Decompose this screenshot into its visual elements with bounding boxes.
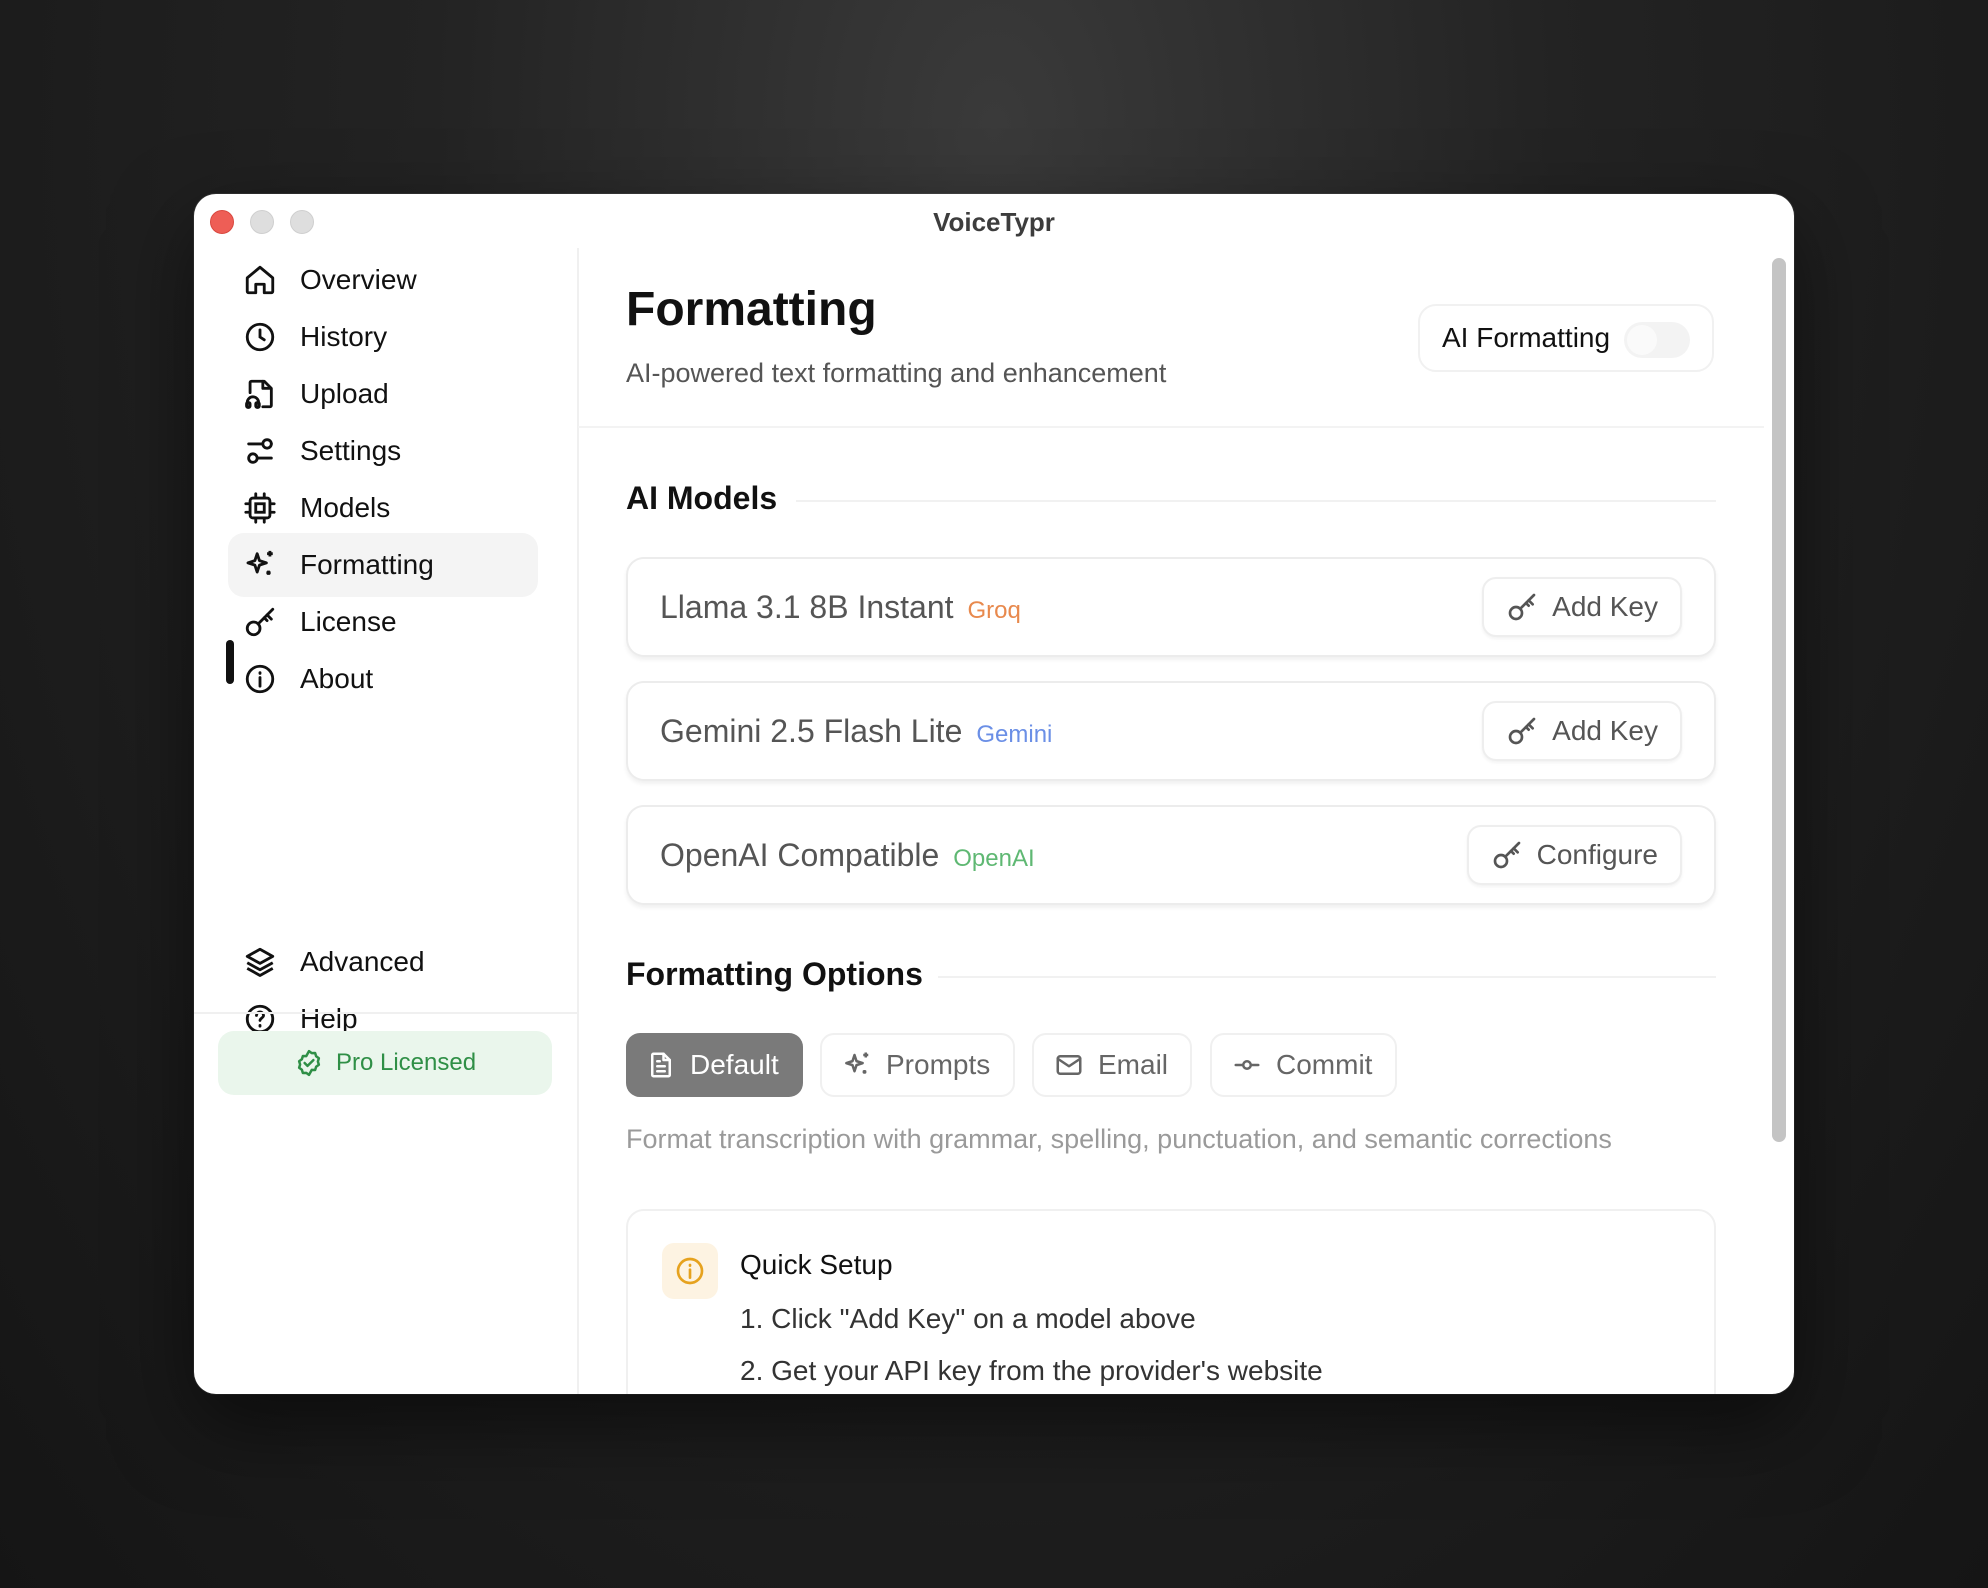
model-name: OpenAI Compatible (660, 837, 940, 873)
tab-label: Prompts (886, 1049, 991, 1080)
mail-icon (1054, 1050, 1084, 1080)
button-label: Add Key (1552, 715, 1658, 746)
quick-setup-card: Quick Setup 1. Click "Add Key" on a mode… (626, 1209, 1716, 1394)
tab-label: Default (690, 1049, 779, 1080)
button-label: Configure (1536, 839, 1658, 870)
key-icon (1506, 715, 1538, 747)
model-name-wrap: Llama 3.1 8B Instant Groq (660, 589, 1021, 626)
sidebar-item-label: Formatting (300, 549, 434, 580)
tab-prompts[interactable]: Prompts (820, 1033, 1015, 1097)
file-audio-icon (240, 374, 280, 414)
model-card-gemini[interactable]: Gemini 2.5 Flash Lite Gemini Add Key (626, 681, 1716, 781)
model-card-llama[interactable]: Llama 3.1 8B Instant Groq Add Key (626, 557, 1716, 657)
model-name: Gemini 2.5 Flash Lite (660, 713, 963, 749)
pro-licensed-badge[interactable]: Pro Licensed (218, 1031, 552, 1095)
sidebar: Overview History Upload Settings Models (194, 248, 579, 1394)
model-name-wrap: Gemini 2.5 Flash Lite Gemini (660, 713, 1052, 750)
ai-models-heading: AI Models (626, 480, 778, 516)
page-title: Formatting (626, 283, 877, 336)
sidebar-item-label: Models (300, 492, 391, 523)
sidebar-item-history[interactable]: History (228, 305, 538, 369)
active-indicator (226, 640, 234, 684)
sparkles-icon (842, 1050, 872, 1080)
model-name-wrap: OpenAI Compatible OpenAI (660, 837, 1035, 874)
sparkles-icon (240, 545, 280, 585)
add-key-button[interactable]: Add Key (1482, 701, 1682, 761)
toggle-knob (1627, 325, 1657, 355)
key-icon (240, 602, 280, 642)
model-name: Llama 3.1 8B Instant (660, 589, 954, 625)
sidebar-item-label: Upload (300, 378, 389, 409)
sidebar-item-label: Advanced (300, 946, 425, 977)
check-badge-icon (294, 1048, 324, 1078)
window-title: VoiceTypr (933, 207, 1055, 237)
sidebar-item-models[interactable]: Models (228, 476, 538, 540)
sidebar-item-label: License (300, 606, 397, 637)
tab-label: Commit (1276, 1049, 1373, 1080)
configure-button[interactable]: Configure (1466, 825, 1682, 885)
sliders-icon (240, 431, 280, 471)
title-bar: VoiceTypr (194, 194, 1794, 248)
quick-setup-step: 1. Click "Add Key" on a model above (740, 1303, 1196, 1334)
sidebar-item-settings[interactable]: Settings (228, 419, 538, 483)
sidebar-item-license[interactable]: License (228, 590, 538, 654)
scrollbar-thumb[interactable] (1772, 258, 1786, 1142)
tab-commit[interactable]: Commit (1210, 1033, 1397, 1097)
sidebar-item-upload[interactable]: Upload (228, 362, 538, 426)
info-icon (662, 1243, 718, 1299)
ai-formatting-label: AI Formatting (1442, 322, 1611, 353)
sidebar-item-about[interactable]: About (228, 647, 538, 711)
add-key-button[interactable]: Add Key (1482, 577, 1682, 637)
header-separator (578, 426, 1764, 428)
quick-setup-step: 2. Get your API key from the provider's … (740, 1355, 1323, 1386)
key-icon (1506, 591, 1538, 623)
sidebar-item-formatting[interactable]: Formatting (228, 533, 538, 597)
tab-description: Format transcription with grammar, spell… (626, 1124, 1612, 1154)
section-divider (796, 500, 1716, 502)
license-status-label: Pro Licensed (335, 1049, 477, 1076)
model-provider: Groq (967, 597, 1021, 624)
sidebar-item-overview[interactable]: Overview (228, 248, 538, 312)
info-icon (240, 659, 280, 699)
file-text-icon (646, 1050, 676, 1080)
model-provider: OpenAI (953, 845, 1035, 872)
cpu-icon (240, 488, 280, 528)
button-label: Add Key (1552, 591, 1658, 622)
ai-formatting-toggle-container: AI Formatting (1418, 304, 1714, 372)
sidebar-separator (194, 1012, 577, 1014)
sidebar-item-label: Settings (300, 435, 402, 466)
sidebar-item-label: History (300, 321, 388, 352)
ai-formatting-toggle[interactable] (1624, 322, 1690, 358)
tab-default[interactable]: Default (626, 1033, 803, 1097)
tab-email[interactable]: Email (1032, 1033, 1192, 1097)
tab-label: Email (1098, 1049, 1169, 1080)
home-icon (240, 260, 280, 300)
page-subtitle: AI-powered text formatting and enhanceme… (626, 358, 1167, 388)
section-divider (938, 976, 1716, 978)
quick-setup-title: Quick Setup (740, 1249, 893, 1280)
sidebar-item-label: About (300, 663, 374, 694)
git-commit-icon (1232, 1050, 1262, 1080)
clock-icon (240, 317, 280, 357)
model-card-openai[interactable]: OpenAI Compatible OpenAI Configure (626, 805, 1716, 905)
layers-icon (240, 942, 280, 982)
model-provider: Gemini (976, 721, 1053, 748)
formatting-options-heading: Formatting Options (626, 956, 923, 992)
quick-setup-clip: Quick Setup 1. Click "Add Key" on a mode… (626, 1209, 1716, 1394)
sidebar-item-advanced[interactable]: Advanced (228, 930, 538, 994)
sidebar-item-label: Overview (300, 264, 417, 295)
key-icon (1491, 839, 1523, 871)
